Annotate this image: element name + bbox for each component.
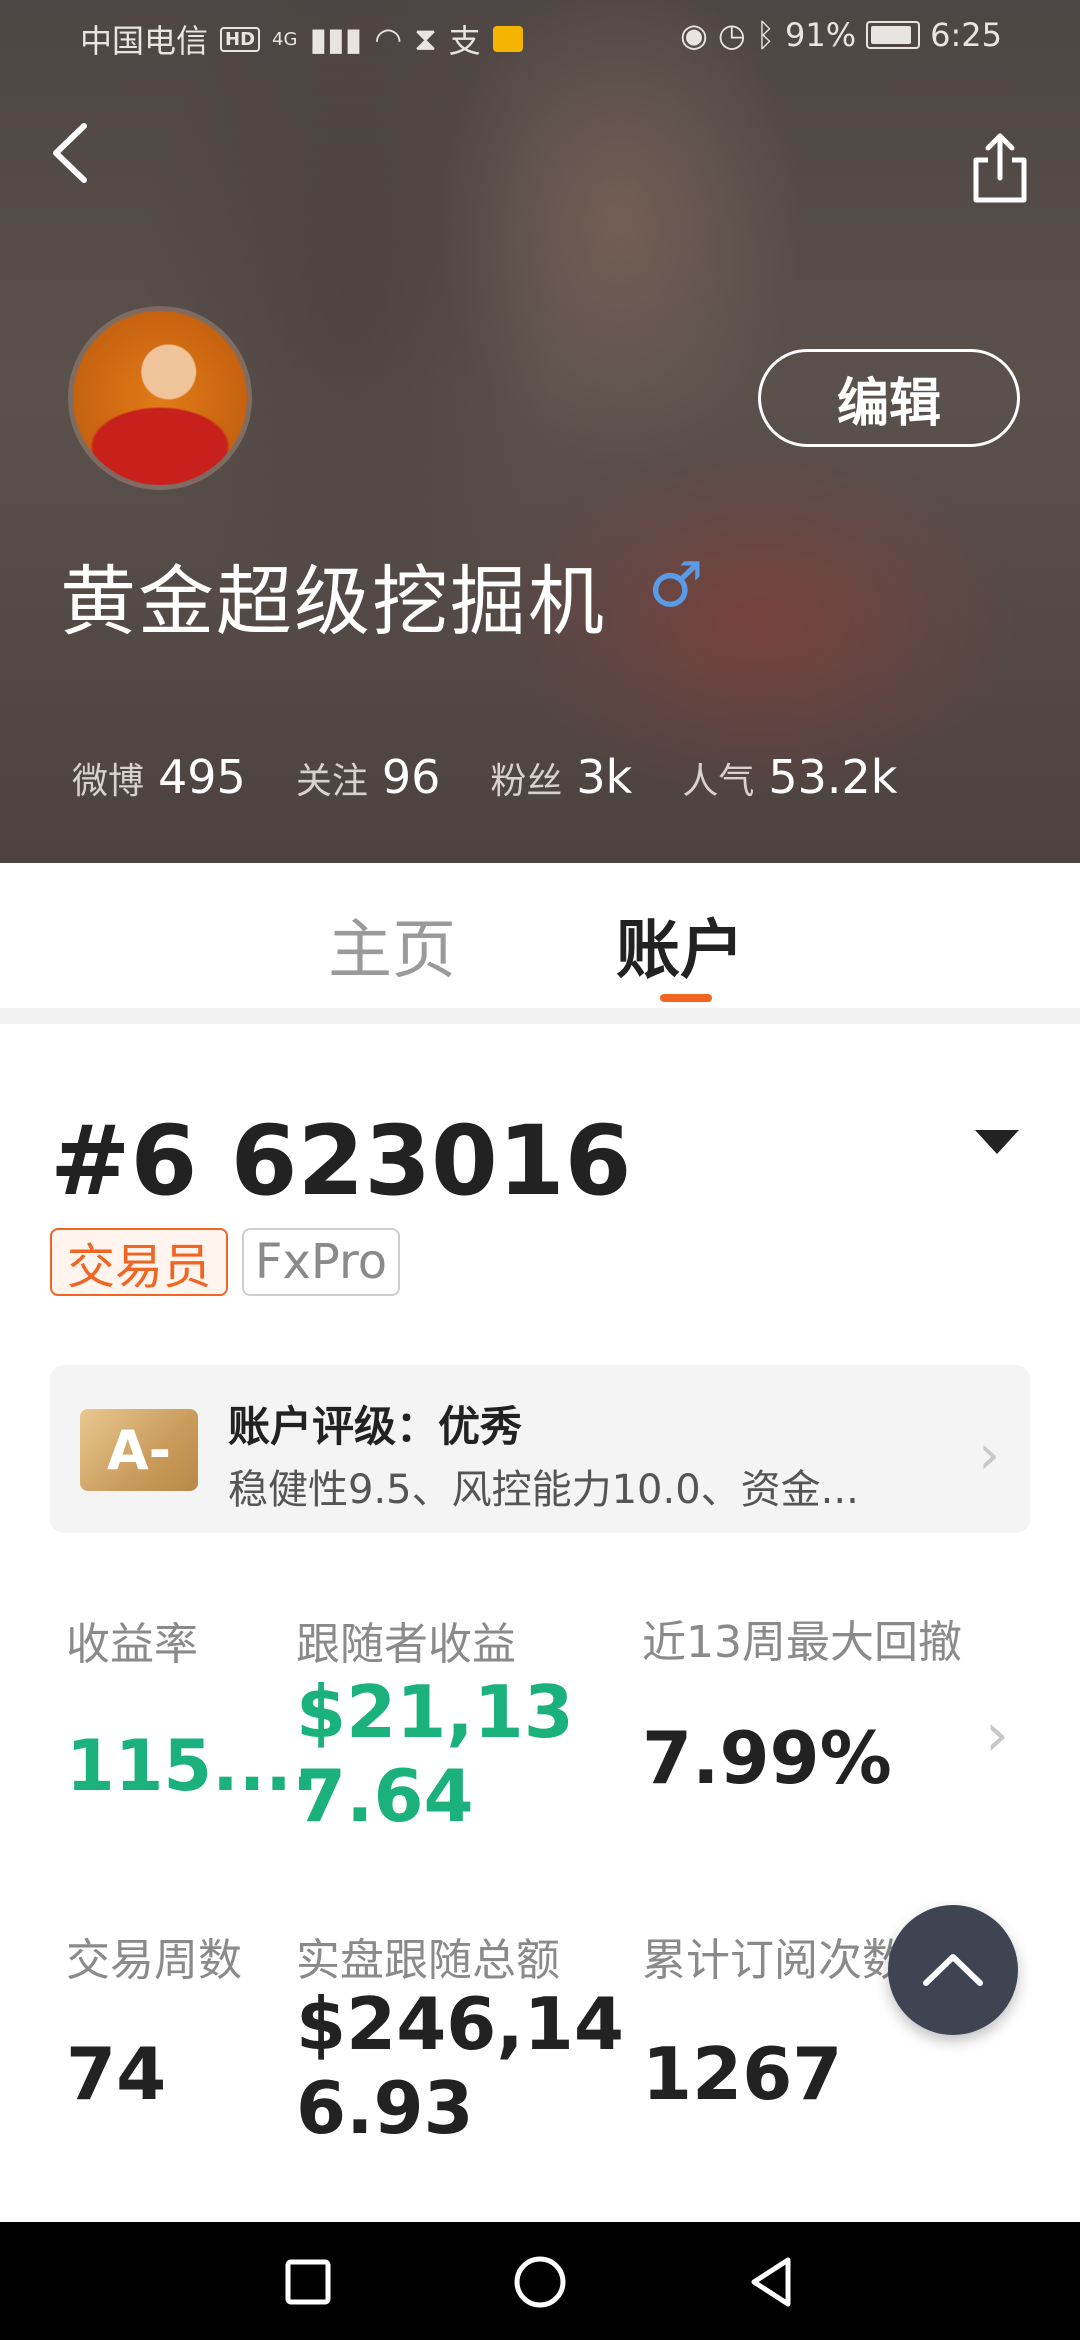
stat-label: 粉丝 [490,761,563,802]
tab-home[interactable]: 主页 [328,899,456,991]
trader-tag: 交易员 [50,1228,228,1296]
recent-apps-icon[interactable] [278,2252,338,2312]
stat-value: 53.2k [768,750,898,804]
stat-popularity: 人气 53.2k [682,750,897,804]
chevron-right-icon: › [978,1423,1000,1486]
rating-description: 稳健性9.5、风控能力10.0、资金... [228,1467,859,1513]
metric-value-max-drawdown: 7.99% [642,1716,892,1800]
metric-label-follower-profit: 跟随者收益 [296,1619,516,1670]
profile-stats: 微博 495 关注 96 粉丝 3k 人气 53.2k [72,750,947,804]
account-number: #6 623016 [50,1105,632,1217]
stat-followers[interactable]: 粉丝 3k [490,750,632,804]
edit-profile-button[interactable]: 编辑 [758,349,1020,447]
stat-value: 96 [381,750,441,804]
stat-following[interactable]: 关注 96 [296,750,441,804]
battery-percent: 91% [785,16,857,54]
stat-label: 关注 [295,761,368,802]
bluetooth-icon: ᛒ [755,16,776,54]
system-navigation-bar [0,2222,1080,2340]
status-bar: 中国电信 HD 4G ▮▮▮ ◠ ⧗ 支 ◉ ◷ ᛒ 91% 6:25 [0,0,1080,72]
alarm-icon: ◷ [717,16,746,54]
avatar[interactable] [68,306,252,490]
metric-value-trading-weeks: 74 [66,2032,167,2116]
metric-label-max-drawdown: 近13周最大回撤 [642,1617,962,1668]
stat-value: 495 [158,750,246,804]
eye-icon: ◉ [679,16,708,54]
chevron-right-icon[interactable]: › [985,1700,1009,1770]
rating-title: 账户评级：优秀 [228,1402,523,1451]
share-button[interactable] [968,130,1032,206]
section-divider [0,1008,1080,1024]
broker-tag: FxPro [242,1228,400,1296]
hourglass-icon: ⧗ [414,19,437,58]
male-icon: ♂ [648,548,704,621]
chevron-up-icon [923,1954,983,1986]
tab-bar: 主页 账户 [0,863,1080,1008]
scroll-to-top-button[interactable] [888,1905,1018,2035]
rating-badge: A- [80,1409,198,1491]
tab-account[interactable]: 账户 [616,899,744,991]
signal-icon: ▮▮▮ [309,20,363,58]
metric-label-return-rate: 收益率 [66,1619,198,1670]
network-label: 4G [272,28,298,50]
metric-value-subscriptions: 1267 [642,2032,843,2116]
app-notification-icon: 支 [448,22,481,60]
active-tab-indicator [660,994,712,1002]
wifi-icon: ◠ [374,20,403,58]
chevron-left-icon [53,123,87,183]
stat-label: 人气 [682,761,755,802]
carrier-label: 中国电信 [80,22,209,60]
metric-label-follow-total: 实盘跟随总额 [296,1935,560,1986]
account-dropdown-icon[interactable] [975,1130,1019,1154]
share-icon [973,133,1027,203]
back-button[interactable] [44,118,104,188]
account-rating-card[interactable]: A- 账户评级：优秀 稳健性9.5、风控能力10.0、资金... › [50,1365,1030,1533]
home-icon[interactable] [510,2252,570,2312]
battery-icon [866,21,921,49]
stat-label: 微博 [72,761,145,802]
mail-icon [492,26,523,52]
hd-icon: HD [220,26,261,52]
back-nav-icon[interactable] [742,2252,802,2312]
metric-value-follower-profit: $21,137.64 [296,1670,574,1838]
profile-header: 中国电信 HD 4G ▮▮▮ ◠ ⧗ 支 ◉ ◷ ᛒ 91% 6:25 编辑 黄… [0,0,1080,863]
metric-value-follow-total: $246,146.93 [296,1982,624,2150]
clock-time: 6:25 [930,16,1002,54]
stat-value: 3k [576,750,633,804]
profile-name: 黄金超级挖掘机 [60,557,606,646]
metric-value-return-rate: 115.... [66,1725,319,1807]
stat-weibo[interactable]: 微博 495 [72,750,246,804]
metric-label-trading-weeks: 交易周数 [66,1935,242,1986]
metric-label-subscriptions: 累计订阅次数 [642,1935,906,1986]
